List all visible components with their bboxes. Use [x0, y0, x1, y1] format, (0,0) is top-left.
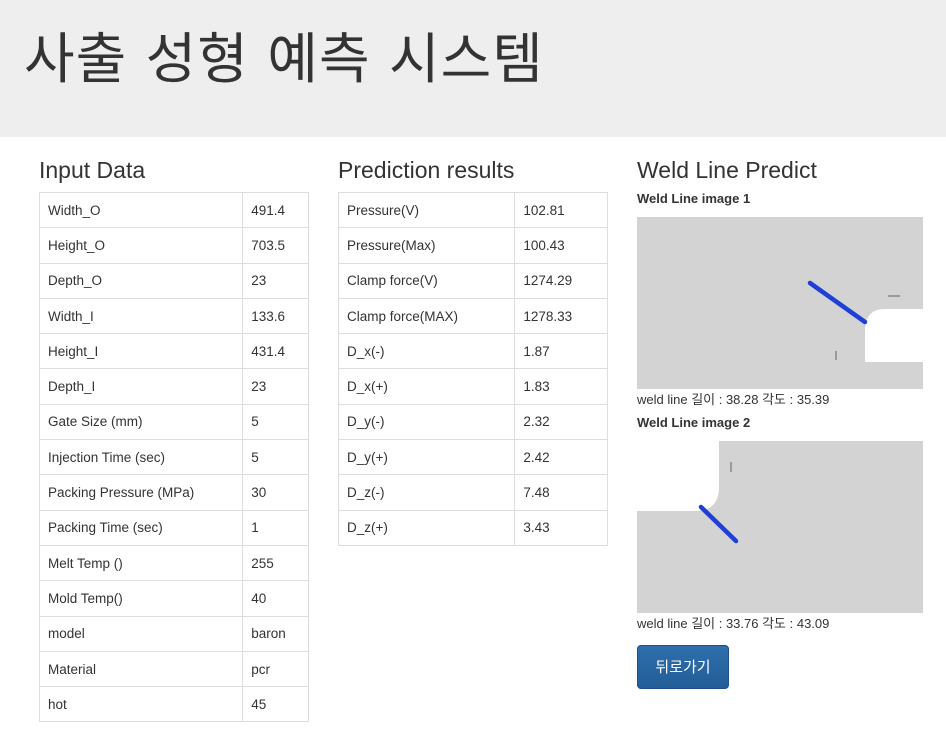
row-value: 255 — [242, 544, 309, 582]
back-button[interactable]: 뒤로가기 — [637, 645, 729, 689]
row-value: 45 — [242, 686, 309, 723]
input-data-section: Input Data Width_O 491.4 Height_O 703.5 Dept… — [38, 155, 309, 723]
row-label: D_x(+) — [337, 368, 516, 405]
row-value: 2.32 — [514, 403, 608, 441]
row-value: baron — [242, 615, 309, 652]
row-label: model — [38, 615, 244, 652]
weld-image-2-title: Weld Line image 2 — [637, 415, 751, 430]
row-label: Clamp force(MAX) — [337, 297, 516, 335]
row-label: D_x(-) — [337, 333, 516, 370]
table-row: Clamp force(MAX) 1278.33 — [337, 297, 608, 335]
row-label: Width_O — [38, 191, 244, 229]
table-row: Depth_I 23 — [38, 368, 309, 405]
weld-line-image-1 — [637, 217, 923, 389]
table-row: Width_I 133.6 — [38, 297, 309, 335]
row-value: 5 — [242, 439, 309, 476]
row-label: Height_O — [38, 227, 244, 264]
prediction-section: Prediction results Pressure(V) 102.81 Pres… — [337, 155, 608, 546]
row-label: D_y(-) — [337, 403, 516, 441]
row-value: 491.4 — [242, 191, 309, 229]
row-value: 1.87 — [514, 333, 608, 370]
table-row: Pressure(Max) 100.43 — [337, 227, 608, 264]
row-label: Injection Time (sec) — [38, 439, 244, 476]
table-row: Packing Pressure (MPa) 30 — [38, 474, 309, 511]
row-label: hot — [38, 686, 244, 723]
row-value: 100.43 — [514, 227, 608, 264]
row-value: 1274.29 — [514, 262, 608, 299]
row-value: 703.5 — [242, 227, 309, 264]
weld-line-image-2 — [637, 441, 923, 613]
row-value: 5 — [242, 403, 309, 441]
header-banner: 사출 성형 예측 시스템 — [0, 0, 946, 137]
row-value: 133.6 — [242, 297, 309, 335]
prediction-heading: Prediction results — [338, 157, 515, 183]
row-label: Material — [38, 650, 244, 688]
row-label: Width_I — [38, 297, 244, 335]
input-data-table: Width_O 491.4 Height_O 703.5 Depth_O 23 Width_… — [38, 191, 309, 723]
table-row: Melt Temp () 255 — [38, 544, 309, 582]
row-label: Depth_I — [38, 368, 244, 405]
row-value: 3.43 — [514, 509, 608, 546]
row-label: Packing Pressure (MPa) — [38, 474, 244, 511]
row-value: 1278.33 — [514, 297, 608, 335]
page-title: 사출 성형 예측 시스템 — [24, 27, 544, 91]
row-label: Pressure(Max) — [337, 227, 516, 264]
weld-image-1-caption: weld line 길이 : 38.28 각도 : 35.39 — [637, 392, 830, 407]
table-row: Material pcr — [38, 650, 309, 688]
row-value: 1 — [242, 509, 309, 546]
row-label: Mold Temp() — [38, 580, 244, 617]
row-value: 40 — [242, 580, 309, 617]
weld-line-section: Weld Line Predict Weld Line image 1 weld… — [637, 155, 927, 689]
table-row: Clamp force(V) 1274.29 — [337, 262, 608, 299]
weld-line-2 — [698, 504, 739, 544]
table-row: Injection Time (sec) 5 — [38, 439, 309, 476]
table-row: hot 45 — [38, 686, 309, 723]
table-row: Gate Size (mm) 5 — [38, 403, 309, 441]
table-row: Depth_O 23 — [38, 262, 309, 299]
table-row: Pressure(V) 102.81 — [337, 191, 608, 229]
row-label: Pressure(V) — [337, 191, 516, 229]
table-row: Packing Time (sec) 1 — [38, 509, 309, 546]
table-row: Mold Temp() 40 — [38, 580, 309, 617]
row-value: 23 — [242, 368, 309, 405]
part-cutout-1 — [865, 309, 923, 362]
input-data-heading: Input Data — [39, 157, 146, 183]
row-label: D_z(+) — [337, 509, 516, 546]
table-row: D_x(-) 1.87 — [337, 333, 608, 370]
row-label: Gate Size (mm) — [38, 403, 244, 441]
weld-image-2-caption: weld line 길이 : 33.76 각도 : 43.09 — [637, 616, 830, 631]
table-row: D_y(-) 2.32 — [337, 403, 608, 441]
row-value: 30 — [242, 474, 309, 511]
row-value: 102.81 — [514, 191, 608, 229]
row-value: 1.83 — [514, 368, 608, 405]
table-row: D_z(+) 3.43 — [337, 509, 608, 546]
row-label: Height_I — [38, 333, 244, 370]
weld-image-1-title: Weld Line image 1 — [637, 191, 751, 206]
row-value: pcr — [242, 650, 309, 688]
row-label: D_y(+) — [337, 439, 516, 476]
table-row: D_x(+) 1.83 — [337, 368, 608, 405]
prediction-table: Pressure(V) 102.81 Pressure(Max) 100.43 Clam… — [337, 191, 608, 546]
row-value: 431.4 — [242, 333, 309, 370]
row-value: 2.42 — [514, 439, 608, 476]
part-cutout-2 — [637, 441, 719, 511]
table-row: D_y(+) 2.42 — [337, 439, 608, 476]
table-row: Height_I 431.4 — [38, 333, 309, 370]
table-row: model baron — [38, 615, 309, 652]
table-row: Width_O 491.4 — [38, 191, 309, 229]
row-value: 7.48 — [514, 474, 608, 511]
table-row: D_z(-) 7.48 — [337, 474, 608, 511]
row-value: 23 — [242, 262, 309, 299]
row-label: D_z(-) — [337, 474, 516, 511]
table-row: Height_O 703.5 — [38, 227, 309, 264]
weld-line-1 — [807, 280, 868, 325]
row-label: Depth_O — [38, 262, 244, 299]
row-label: Packing Time (sec) — [38, 509, 244, 546]
row-label: Clamp force(V) — [337, 262, 516, 299]
weld-line-heading: Weld Line Predict — [637, 157, 817, 183]
row-label: Melt Temp () — [38, 544, 244, 582]
